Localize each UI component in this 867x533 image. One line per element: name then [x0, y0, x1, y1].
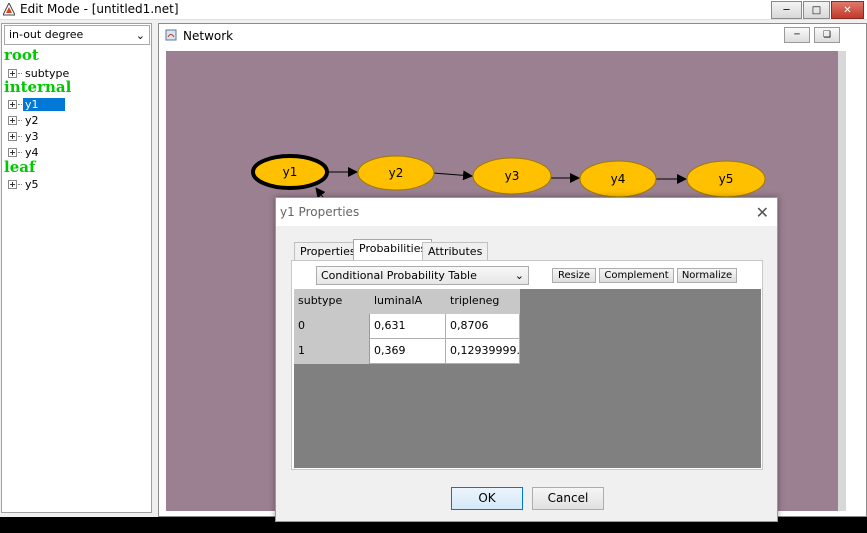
tab-label: Attributes	[428, 245, 483, 258]
node-y1[interactable]: y1	[251, 154, 329, 190]
network-minimize-button[interactable]: ─	[784, 27, 810, 43]
tab-probabilities[interactable]: Probabilities	[353, 239, 433, 261]
node-label: y2	[389, 166, 404, 180]
network-title: Network	[183, 29, 234, 43]
tab-label: Properties	[300, 245, 356, 258]
chevron-down-icon: ⌄	[514, 269, 524, 282]
tree-item-y5[interactable]: y5	[8, 177, 41, 191]
group-header-leaf: leaf	[4, 158, 36, 176]
window-title: Edit Mode - [untitled1.net]	[20, 2, 179, 16]
tree-item-y4[interactable]: y4	[8, 145, 41, 159]
table-cell[interactable]: 0,8706	[446, 314, 520, 339]
group-header-root: root	[4, 46, 39, 64]
network-title-bar: Network ─ ❏	[159, 24, 866, 46]
ok-button[interactable]: OK	[451, 487, 523, 510]
java-icon	[165, 29, 177, 41]
cancel-button[interactable]: Cancel	[532, 487, 604, 510]
tree-item-label: y3	[25, 129, 39, 143]
properties-dialog: y1 Properties ✕ Properties Probabilities…	[275, 197, 778, 522]
close-icon: ✕	[843, 4, 852, 16]
restore-icon: ❏	[822, 30, 832, 40]
dialog-title: y1 Properties	[280, 205, 360, 219]
view-mode-value: in-out degree	[9, 28, 84, 41]
tab-attributes[interactable]: Attributes	[422, 242, 489, 261]
row-header: 0	[294, 314, 370, 339]
canvas-edge	[838, 51, 846, 511]
dialog-title-bar: y1 Properties ✕	[276, 198, 777, 226]
maximize-icon: □	[811, 4, 822, 16]
variable-tree-panel: in-out degree ⌄ root subtype internal y1…	[1, 23, 152, 513]
close-icon[interactable]: ✕	[756, 203, 769, 222]
node-label: y3	[505, 169, 520, 183]
resize-button[interactable]: Resize	[552, 268, 596, 283]
minimize-icon: ─	[794, 30, 800, 40]
column-header: luminalA	[370, 289, 446, 314]
tab-properties[interactable]: Properties	[294, 242, 362, 261]
expand-icon[interactable]	[8, 68, 17, 78]
row-header: 1	[294, 339, 370, 364]
probability-table: subtype luminalA tripleneg 0 0,631 0,870…	[294, 289, 761, 468]
node-label: y5	[719, 172, 734, 186]
node-label: y4	[611, 172, 626, 186]
expand-icon[interactable]	[8, 131, 17, 141]
chevron-down-icon: ⌄	[135, 29, 145, 42]
title-bar: Edit Mode - [untitled1.net] ─ □ ✕	[0, 0, 867, 20]
close-button[interactable]: ✕	[831, 1, 864, 19]
table-type-select[interactable]: Conditional Probability Table ⌄	[316, 266, 529, 285]
expand-icon[interactable]	[8, 115, 17, 125]
table-type-value: Conditional Probability Table	[321, 269, 477, 282]
maximize-button[interactable]: □	[803, 1, 830, 19]
expand-icon[interactable]	[8, 147, 17, 157]
minimize-button[interactable]: ─	[771, 1, 802, 19]
group-header-internal: internal	[4, 78, 72, 96]
tree-item-y3[interactable]: y3	[8, 129, 41, 143]
tree-item-y1[interactable]: y1	[8, 97, 65, 111]
tree-item-label: y1	[23, 97, 65, 111]
node-y4[interactable]: y4	[579, 160, 657, 198]
node-y5[interactable]: y5	[686, 160, 766, 198]
table-cell[interactable]: 0,631	[370, 314, 446, 339]
column-header: tripleneg	[446, 289, 520, 314]
tree-item-label: y2	[25, 113, 39, 127]
complement-button[interactable]: Complement	[599, 268, 674, 283]
table-cell[interactable]: 0,12939999...	[446, 339, 520, 364]
table-cell[interactable]: 0,369	[370, 339, 446, 364]
edge-y2-y3[interactable]	[432, 170, 473, 181]
column-header: subtype	[294, 289, 370, 314]
tree-item-y2[interactable]: y2	[8, 113, 41, 127]
normalize-button[interactable]: Normalize	[677, 268, 737, 283]
minimize-icon: ─	[783, 4, 790, 16]
network-maximize-button[interactable]: ❏	[814, 27, 840, 43]
expand-icon[interactable]	[8, 179, 17, 189]
tab-label: Probabilities	[359, 242, 427, 255]
expand-icon[interactable]	[8, 99, 17, 109]
node-label: y1	[283, 165, 298, 179]
tree-item-label: y5	[25, 177, 39, 191]
app-icon	[3, 3, 15, 16]
node-y2[interactable]: y2	[357, 155, 435, 191]
node-y3[interactable]: y3	[472, 157, 552, 195]
view-mode-select[interactable]: in-out degree ⌄	[4, 25, 150, 45]
tree-item-label: y4	[25, 145, 39, 159]
probabilities-panel: Conditional Probability Table ⌄ Resize C…	[291, 260, 763, 470]
